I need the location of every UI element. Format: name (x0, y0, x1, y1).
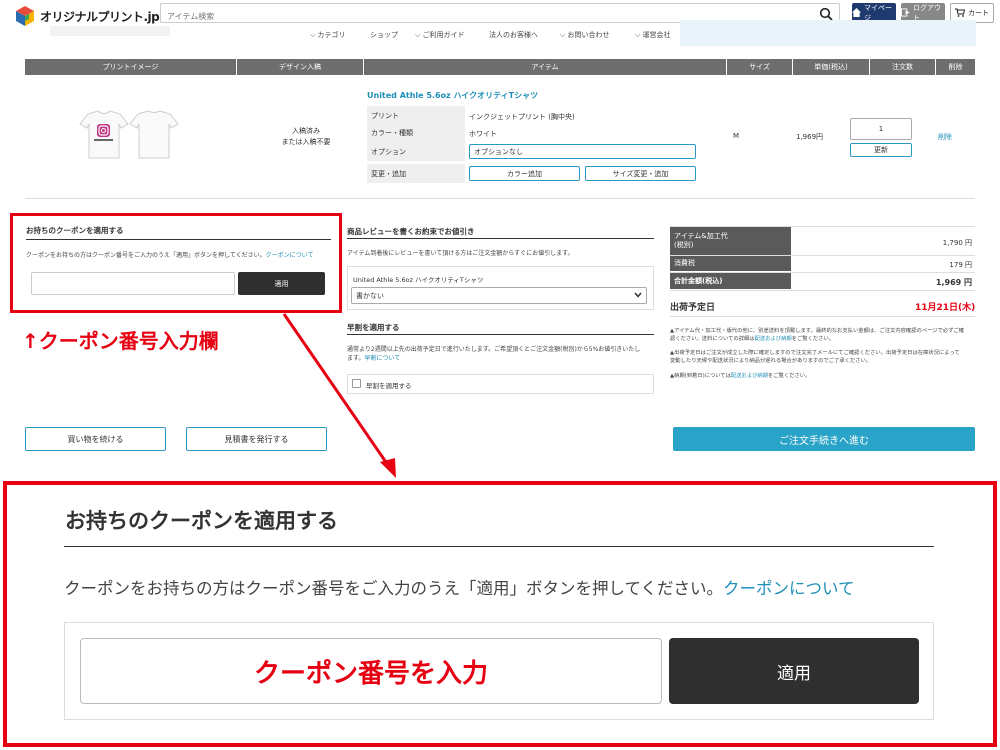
delivery-link[interactable]: 配送および納期 (731, 373, 768, 379)
shipping-note-1: ▲アイテム代・加工代・版代の他に、別途送料を頂戴します。最終的なお支払い金額は、… (670, 328, 965, 342)
continue-shopping-button[interactable]: 買い物を続ける (25, 427, 166, 451)
summary-tax-label: 消費税 (670, 256, 791, 271)
early-discount-link[interactable]: 早割について (364, 355, 400, 362)
ship-date-label: 出荷予定日 (670, 303, 716, 313)
delivery-link[interactable]: 配送および納期 (755, 336, 792, 342)
ship-divider (670, 316, 975, 317)
coupon-zoom-title: お持ちのクーポンを適用する (65, 509, 338, 533)
coupon-zoom-description: クーポンをお持ちの方はクーポン番号をご入力のうえ「適用」ボタンを押してください。… (64, 579, 855, 598)
review-select-value: 書かない (356, 291, 384, 300)
chevron-down-icon (634, 292, 642, 300)
coupon-zoom-apply-button[interactable]: 適用 (669, 638, 919, 704)
coupon-zoom-input-hint: クーポン番号を入力 (253, 658, 488, 689)
coupon-zoom-divider (64, 546, 934, 547)
summary-item-label: アイテム&加工代 (税別) (670, 227, 791, 255)
checkout-button[interactable]: ご注文手続きへ進む (673, 427, 975, 451)
shipping-note-2: ▲出荷予定日はご注文が成立した際に確定しますので注文完了メールにてご確認ください… (670, 350, 960, 364)
early-discount-title: 早割を適用する (347, 323, 400, 332)
summary-total-label: 合計金額(税込) (670, 273, 791, 289)
review-title: 商品レビューを書くお約束でお値引き (347, 227, 475, 236)
coupon-zoom-info-link[interactable]: クーポンについて (723, 579, 855, 598)
review-item-name: United Athle 5.6oz ハイクオリティTシャツ (353, 276, 484, 284)
ship-date-value: 11月21日(木) (915, 303, 976, 313)
summary-tax-value: 179 円 (949, 261, 972, 269)
summary-bottom-line (670, 290, 975, 291)
summary-total-value: 1,969 円 (935, 278, 972, 287)
shipping-note-3: ▲納期(到着日)については配送および納期をご覧ください。 (670, 373, 811, 379)
review-divider (347, 238, 654, 239)
issue-quote-button[interactable]: 見積書を発行する (186, 427, 327, 451)
review-description: アイテム到着後にレビューを書いて頂ける方はご注文金額からすぐにお値引します。 (347, 250, 574, 257)
early-discount-description: 通常より2週間以上先の出荷予定日で進行いたします。ご希望頂くとご注文金額(税別)… (347, 346, 641, 362)
summary-item-value: 1,790 円 (942, 239, 972, 247)
review-select[interactable]: 書かない (351, 287, 647, 304)
early-discount-divider (347, 334, 654, 335)
early-discount-checkbox[interactable] (352, 379, 361, 388)
early-discount-label: 早割を適用する (366, 382, 412, 390)
coupon-zoom-input[interactable]: クーポン番号を入力 (80, 638, 662, 704)
